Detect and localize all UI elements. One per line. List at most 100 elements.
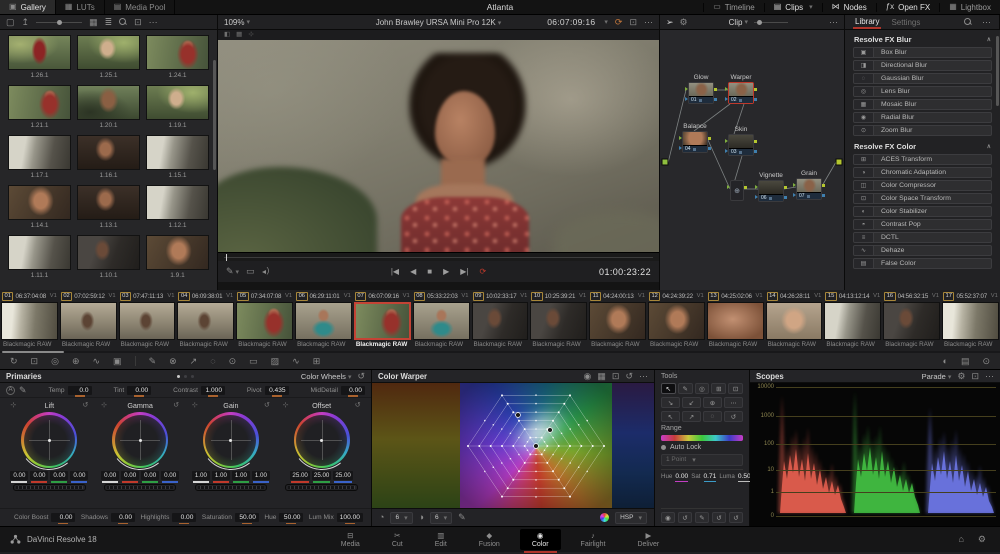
param-value[interactable]: 0.00 (127, 385, 152, 397)
library-item[interactable]: ▦ Mosaic Blur (853, 99, 992, 110)
wheel-value[interactable]: 0.00 (70, 471, 89, 483)
node-input-pin[interactable] (725, 139, 728, 143)
timeline-clip[interactable]: 12 04:24:39:22 V1 Blackmagic RAW (647, 290, 706, 351)
page-tab-edit[interactable]: ▥ Edit (423, 529, 459, 550)
expand-icon[interactable]: ⊡ (134, 17, 142, 27)
node-more-icon[interactable]: ⋯ (829, 17, 838, 27)
wheel-value[interactable]: 25.00 (290, 471, 310, 483)
clip-thumbnail[interactable] (942, 302, 999, 340)
viewer-timecode[interactable]: 06:07:09:16 (547, 17, 595, 27)
node-balance[interactable]: Balance 04 (679, 123, 711, 153)
unmix-icon[interactable]: ⟳ (615, 17, 623, 27)
color-wheel[interactable] (288, 407, 355, 473)
node-input-pin[interactable] (725, 87, 728, 91)
wheel-value[interactable]: 0.00 (30, 471, 49, 483)
library-item[interactable]: ▤ False Color (853, 258, 992, 269)
node-output-pin[interactable] (784, 186, 787, 189)
timeline-clip[interactable]: 11 04:24:00:13 V1 Blackmagic RAW (588, 290, 647, 351)
picker-icon[interactable]: ✎ (19, 385, 27, 395)
page-tab-color[interactable]: ◉ Color (519, 529, 561, 553)
timeline-clip[interactable]: 06 06:29:11:01 V1 Blackmagic RAW (294, 290, 353, 351)
node-output-pin[interactable] (754, 88, 757, 91)
timeline-clip[interactable]: 15 04:13:12:14 V1 Blackmagic RAW (823, 290, 882, 351)
library-item[interactable]: ◌ Gaussian Blur (853, 73, 992, 84)
clip-thumbnail[interactable] (765, 302, 823, 340)
clip-thumbnail[interactable] (530, 302, 588, 340)
page-tab-fairlight[interactable]: ♪ Fairlight (569, 529, 618, 550)
still-icon[interactable]: ▢ (6, 17, 15, 27)
blur-tool-icon[interactable]: ⊗ (169, 356, 177, 366)
node-key-out-pin[interactable] (708, 147, 711, 150)
wave-icon[interactable]: ∿ (292, 356, 300, 366)
timeline-clip[interactable]: 08 05:33:22:03 V1 Blackmagic RAW (412, 290, 471, 351)
tool-footer-button[interactable]: ↺ (678, 512, 692, 523)
wheel-value[interactable]: 0.00 (161, 471, 180, 483)
page-tab-media[interactable]: ⊟ Media (329, 529, 372, 550)
clip-thumbnail[interactable] (118, 302, 176, 340)
tab-settings[interactable]: Settings (891, 18, 920, 27)
timeline-clip[interactable]: 01 06:37:04:08 V1 Blackmagic RAW (0, 290, 59, 351)
points-dropdown[interactable]: 1 Point ▾ (661, 454, 743, 466)
pen-icon[interactable]: ✎ (149, 356, 157, 366)
library-item[interactable]: ◨ Directional Blur (853, 60, 992, 71)
node-output-pin[interactable] (744, 186, 747, 189)
library-section-header[interactable]: Resolve FX Blur ∧ (853, 31, 992, 47)
gallery-still[interactable]: 1.16.1 (77, 135, 140, 181)
top-tab-gallery[interactable]: ▣ Gallery (0, 0, 56, 14)
node-key-pin[interactable] (793, 193, 796, 197)
rect-window-icon[interactable]: ▭ (249, 356, 258, 366)
stop-button[interactable]: ■ (427, 267, 432, 276)
warper-mode-dropdown[interactable]: HSP ▾ (615, 511, 647, 524)
auto-balance-icon[interactable]: A (6, 385, 15, 395)
info-icon[interactable]: ⊙ (982, 356, 990, 366)
node-glow[interactable]: Glow 01 (685, 74, 717, 104)
scope-mode-dropdown[interactable]: Parade ▾ (922, 372, 952, 381)
param-value[interactable]: 0.00 (340, 385, 365, 397)
node-mixer[interactable]: ⊕ (727, 180, 747, 201)
top-tab-media-pool[interactable]: ▤ Media Pool (105, 0, 176, 14)
pointer-tool-icon[interactable]: ➢ (666, 17, 674, 27)
tool-footer-button[interactable]: ↺ (712, 512, 726, 523)
circle-window-icon[interactable]: ◌ (210, 356, 215, 366)
wheel-reset-icon[interactable]: ↺ (173, 402, 179, 409)
split-icon[interactable]: ◐ (943, 356, 948, 366)
warper-canvas[interactable] (372, 383, 654, 508)
warper-expand-icon[interactable]: ⊡ (612, 371, 620, 381)
strip-scrollbar[interactable] (0, 351, 1000, 353)
warper-reset-icon[interactable]: ↺ (625, 371, 633, 381)
wheel-value[interactable]: 0.00 (121, 471, 140, 483)
page-tab-fusion[interactable]: ◆ Fusion (467, 529, 512, 550)
tracker-icon[interactable]: ↻ (10, 356, 18, 366)
node-mode-dropdown[interactable]: Clip ▾ (729, 18, 788, 27)
search-icon[interactable] (119, 18, 127, 26)
library-item[interactable]: ⊙ Zoom Blur (853, 125, 992, 136)
node-output-pin[interactable] (754, 140, 757, 143)
tool-footer-button[interactable]: ✎ (695, 512, 709, 523)
node-vignette[interactable]: Vignette 06 (755, 172, 787, 202)
tool-button[interactable]: ↖ (661, 411, 680, 422)
grid-view-icon[interactable]: ▦ (89, 17, 98, 27)
wheel-value[interactable]: 1.00 (211, 471, 230, 483)
viewer-zoom-dropdown[interactable]: 109% ▾ (224, 18, 250, 27)
timeline-clip[interactable]: 04 06:09:38:01 V1 Blackmagic RAW (176, 290, 235, 351)
node-key-pin[interactable] (725, 97, 728, 101)
gallery-still[interactable]: 1.19.1 (146, 85, 209, 131)
gallery-still[interactable]: 1.21.1 (8, 85, 71, 131)
node-graph[interactable]: Glow 01 Warper 02 Balance 04 Skin 03 Vignette 06 G… (660, 30, 845, 290)
gallery-still[interactable]: 1.13.1 (77, 185, 140, 231)
param-value[interactable]: 0.00 (111, 513, 136, 524)
hue-range-bar[interactable] (661, 435, 743, 441)
highlight-icon[interactable]: ⊹ (248, 31, 253, 39)
node-key-pin[interactable] (679, 146, 682, 150)
library-more-icon[interactable]: ⋯ (982, 17, 991, 27)
node-key-out-pin[interactable] (822, 194, 825, 197)
clip-thumbnail[interactable] (589, 302, 646, 340)
gallery-still[interactable]: 1.24.1 (146, 35, 209, 81)
node-output-pin[interactable] (708, 137, 711, 140)
video-frame[interactable] (218, 40, 659, 252)
gallery-still[interactable]: 1.11.1 (8, 235, 71, 281)
clip-thumbnail[interactable] (412, 302, 470, 340)
gallery-still[interactable]: 1.15.1 (146, 135, 209, 181)
clip-thumbnail[interactable] (883, 302, 940, 340)
tool-param-value[interactable]: 0.50 (737, 473, 751, 482)
